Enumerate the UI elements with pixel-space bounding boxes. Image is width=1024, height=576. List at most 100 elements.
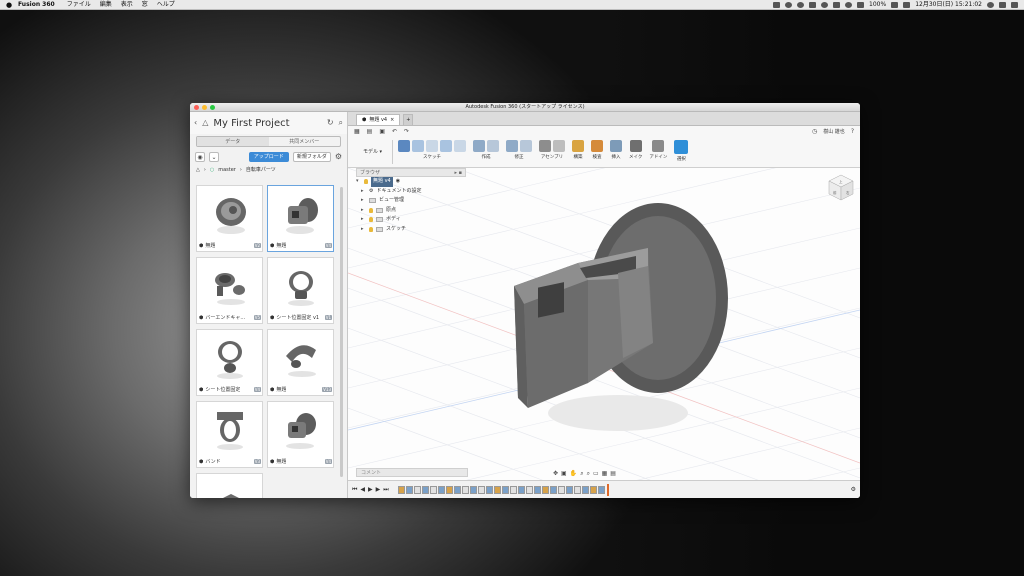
timeline-feature[interactable] <box>397 485 405 494</box>
new-component-icon[interactable] <box>539 140 551 152</box>
timeline-feature[interactable] <box>461 485 469 494</box>
pan-icon[interactable]: ✋ <box>570 470 577 479</box>
create-sketch-icon[interactable] <box>398 140 410 152</box>
timeline-feature[interactable] <box>509 485 517 494</box>
timeline-feature[interactable] <box>437 485 445 494</box>
timeline-feature[interactable] <box>445 485 453 494</box>
ribbon-group-select[interactable]: 選択 <box>672 140 690 162</box>
breadcrumb-folder[interactable]: 自転車パーツ <box>246 165 276 176</box>
browser-root[interactable]: ▾ 無題 v4 ◉ <box>356 177 466 187</box>
workspace-switcher[interactable]: モデル ▾ <box>353 140 393 164</box>
scripts-icon[interactable] <box>652 140 665 152</box>
input-source-icon[interactable] <box>903 1 911 8</box>
go-to-start-icon[interactable]: ⏮ <box>352 486 357 494</box>
search-icon[interactable] <box>987 1 994 8</box>
dropbox-icon[interactable] <box>821 1 829 8</box>
joint-icon[interactable] <box>553 140 565 152</box>
ribbon-group-sketch[interactable]: スケッチ <box>396 140 468 160</box>
orbit-icon[interactable]: ✥ <box>553 470 558 479</box>
timeline-feature[interactable] <box>453 485 461 494</box>
file-icon[interactable]: ▤ <box>367 128 373 135</box>
time-machine-icon[interactable] <box>797 1 805 8</box>
timeline-feature[interactable] <box>485 485 493 494</box>
view-cube-top[interactable]: 上 <box>839 179 843 184</box>
timeline-feature[interactable] <box>533 485 541 494</box>
timeline-feature[interactable] <box>589 485 597 494</box>
design-card[interactable]: ⬢ シート位置固定 v1 V1 <box>267 257 334 324</box>
refresh-icon[interactable]: ↻ <box>327 119 334 127</box>
sync-icon[interactable] <box>785 1 793 8</box>
grid-settings-icon[interactable]: ▦ <box>602 470 608 479</box>
notification-center-icon[interactable] <box>1011 1 1018 8</box>
gear-icon[interactable]: ⚙ <box>851 486 856 493</box>
timeline-feature[interactable] <box>597 485 605 494</box>
zoom-icon[interactable]: ⌕ <box>580 470 583 479</box>
design-card[interactable]: ⬢ 無題 V4 <box>267 185 334 252</box>
breadcrumb-branch[interactable]: master <box>218 165 236 176</box>
new-tab-button[interactable]: + <box>403 114 414 125</box>
app-menu[interactable]: Fusion 360 <box>18 0 55 10</box>
step-back-icon[interactable]: ◀ <box>360 486 365 493</box>
battery-icon[interactable] <box>891 1 899 8</box>
look-at-icon[interactable]: ▣ <box>561 470 567 479</box>
fit-icon[interactable]: ⌕ <box>587 470 590 479</box>
design-card[interactable]: ⬢ 無題 V4 <box>267 401 334 468</box>
visibility-bulb-icon[interactable] <box>369 217 373 223</box>
timeline-feature[interactable] <box>557 485 565 494</box>
menu-edit[interactable]: 編集 <box>100 0 112 10</box>
timeline-feature[interactable] <box>549 485 557 494</box>
pin-icon[interactable]: ▸ ▪ <box>455 169 463 176</box>
data-panel-scrollbar[interactable] <box>340 187 343 477</box>
timeline-feature[interactable] <box>573 485 581 494</box>
ribbon-group-create[interactable]: 作成 <box>471 140 501 160</box>
design-card[interactable]: ⬢ 無題 V13 <box>267 329 334 396</box>
ribbon-group-modify[interactable]: 修正 <box>504 140 534 160</box>
create-box-icon[interactable] <box>487 140 499 152</box>
redo-icon[interactable]: ↷ <box>404 128 409 135</box>
menu-view[interactable]: 表示 <box>121 0 133 10</box>
select-arrow-icon[interactable] <box>674 140 689 154</box>
browser-node[interactable]: ▸ スケッチ <box>356 225 466 235</box>
measure-icon[interactable] <box>591 140 603 152</box>
3d-viewport[interactable]: ブラウザ ▸ ▪ ▾ 無題 v4 ◉ ▸ ⚙ ドキュメントの設定 ▸ ビュー管理 ▸ 原点 ▸… <box>348 168 860 480</box>
arc-icon[interactable] <box>412 140 424 152</box>
ribbon-group-make[interactable]: メイク <box>627 140 644 160</box>
timeline-feature[interactable] <box>541 485 549 494</box>
minimize-icon[interactable] <box>202 105 207 110</box>
fillet-icon[interactable] <box>520 140 532 152</box>
window-titlebar[interactable]: Autodesk Fusion 360 (スタートアップ ライセンス) <box>190 103 860 112</box>
browser-node[interactable]: ▸ ⚙ ドキュメントの設定 <box>356 187 466 197</box>
undo-icon[interactable]: ↶ <box>392 128 397 135</box>
flag-icon[interactable] <box>833 1 841 8</box>
extrude-icon[interactable] <box>473 140 485 152</box>
ribbon-group-addins[interactable]: アドイン <box>647 140 669 160</box>
view-cube-front[interactable]: 前 <box>833 190 837 195</box>
timeline-feature[interactable] <box>405 485 413 494</box>
visibility-bulb-icon[interactable] <box>364 179 368 185</box>
menu-help[interactable]: ヘルプ <box>157 0 175 10</box>
play-icon[interactable]: ▶ <box>368 486 373 493</box>
zoom-icon[interactable] <box>210 105 215 110</box>
user-icon[interactable] <box>999 1 1006 8</box>
timeline-feature[interactable] <box>525 485 533 494</box>
viewports-icon[interactable]: ▤ <box>610 470 616 479</box>
browser-header[interactable]: ブラウザ ▸ ▪ <box>356 168 466 177</box>
timeline-feature[interactable] <box>421 485 429 494</box>
step-forward-icon[interactable]: ▶ <box>376 486 381 493</box>
slot-icon[interactable] <box>454 140 466 152</box>
ribbon-group-inspect[interactable]: 検査 <box>589 140 605 160</box>
ribbon-group-construct[interactable]: 構築 <box>570 140 586 160</box>
insert-image-icon[interactable] <box>610 140 622 152</box>
design-card[interactable]: ⬢ バーエンドキャ... V5 <box>196 257 263 324</box>
chevron-down-icon[interactable]: ⌄ <box>209 152 219 162</box>
press-pull-icon[interactable] <box>506 140 518 152</box>
print-3d-icon[interactable] <box>629 140 642 152</box>
display-settings-icon[interactable]: ▭ <box>593 470 599 479</box>
volume-icon[interactable] <box>857 1 865 8</box>
clock[interactable]: 12月30日(日) 15:21:02 <box>915 0 982 10</box>
upload-button[interactable]: アップロード <box>248 152 289 162</box>
back-icon[interactable]: ‹ <box>194 119 197 127</box>
search-icon[interactable]: ⌕ <box>339 119 343 127</box>
gear-icon[interactable]: ⚙ <box>335 153 342 161</box>
browser-node[interactable]: ▸ 原点 <box>356 206 466 216</box>
